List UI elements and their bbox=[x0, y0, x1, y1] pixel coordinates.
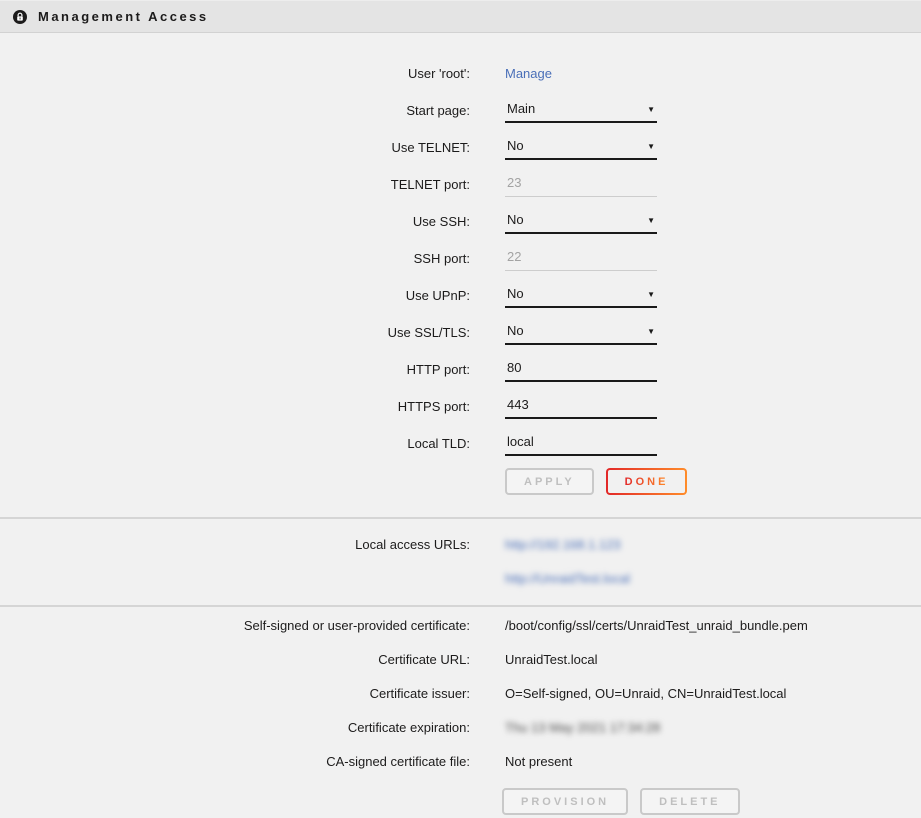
apply-button[interactable]: APPLY bbox=[505, 468, 594, 495]
cert-bundle-path: /boot/config/ssl/certs/UnraidTest_unraid… bbox=[470, 618, 921, 633]
lock-circle-icon bbox=[12, 9, 28, 25]
local-access-url-hostname[interactable]: http://UnraidTest.local bbox=[505, 571, 630, 586]
cert-url-value: UnraidTest.local bbox=[470, 652, 921, 667]
cert-row-bundle: Self-signed or user-provided certificate… bbox=[0, 608, 921, 642]
done-button-label: DONE bbox=[625, 476, 669, 488]
cert-row-url: Certificate URL: UnraidTest.local bbox=[0, 642, 921, 676]
cert-row-expiration: Certificate expiration: Thu 13 May 2021 … bbox=[0, 710, 921, 744]
start-page-select[interactable]: Main ▼ bbox=[505, 99, 657, 123]
field-label-use-ssh: Use SSH: bbox=[0, 214, 470, 229]
dropdown-arrow-icon: ▼ bbox=[647, 106, 655, 116]
field-label-user-root: User 'root': bbox=[0, 66, 470, 81]
form-row-user-root: User 'root': Manage bbox=[0, 55, 921, 92]
management-access-form: User 'root': Manage Start page: Main ▼ U… bbox=[0, 33, 921, 505]
select-value: No bbox=[507, 212, 524, 227]
local-access-url-ip[interactable]: http://192.168.1.123 bbox=[505, 537, 621, 552]
form-button-row: APPLY DONE bbox=[0, 468, 921, 495]
local-tld-input[interactable] bbox=[505, 432, 657, 456]
use-telnet-select[interactable]: No ▼ bbox=[505, 136, 657, 160]
form-row-ssh-port: SSH port: bbox=[0, 240, 921, 277]
dropdown-arrow-icon: ▼ bbox=[647, 291, 655, 301]
done-button[interactable]: DONE bbox=[606, 468, 688, 495]
cert-issuer-value: O=Self-signed, OU=Unraid, CN=UnraidTest.… bbox=[470, 686, 921, 701]
field-label-ca-cert-file: CA-signed certificate file: bbox=[0, 754, 470, 769]
certificate-section: Self-signed or user-provided certificate… bbox=[0, 607, 921, 815]
form-row-local-tld: Local TLD: bbox=[0, 425, 921, 462]
local-access-section: Local access URLs: http://192.168.1.123 … bbox=[0, 519, 921, 601]
dropdown-arrow-icon: ▼ bbox=[647, 217, 655, 227]
select-value: No bbox=[507, 138, 524, 153]
ssh-port-input bbox=[505, 247, 657, 271]
select-value: No bbox=[507, 323, 524, 338]
page-title: Management Access bbox=[38, 9, 209, 24]
https-port-input[interactable] bbox=[505, 395, 657, 419]
local-access-row: Local access URLs: http://192.168.1.123 bbox=[0, 527, 921, 561]
select-value: No bbox=[507, 286, 524, 301]
local-access-row: http://UnraidTest.local bbox=[0, 561, 921, 595]
certificate-button-row: PROVISION DELETE bbox=[0, 788, 921, 815]
field-label-cert-issuer: Certificate issuer: bbox=[0, 686, 470, 701]
field-label-https-port: HTTPS port: bbox=[0, 399, 470, 414]
manage-root-link[interactable]: Manage bbox=[505, 66, 552, 81]
cert-expiration-value: Thu 13 May 2021 17:34:28 bbox=[505, 720, 660, 735]
form-row-use-upnp: Use UPnP: No ▼ bbox=[0, 277, 921, 314]
field-label-local-tld: Local TLD: bbox=[0, 436, 470, 451]
http-port-input[interactable] bbox=[505, 358, 657, 382]
field-label-cert-expiration: Certificate expiration: bbox=[0, 720, 470, 735]
field-label-http-port: HTTP port: bbox=[0, 362, 470, 377]
use-upnp-select[interactable]: No ▼ bbox=[505, 284, 657, 308]
use-ssh-select[interactable]: No ▼ bbox=[505, 210, 657, 234]
section-header: Management Access bbox=[0, 0, 921, 33]
field-label-telnet-port: TELNET port: bbox=[0, 177, 470, 192]
ca-cert-file-value: Not present bbox=[470, 754, 921, 769]
field-label-ssh-port: SSH port: bbox=[0, 251, 470, 266]
provision-button[interactable]: PROVISION bbox=[502, 788, 628, 815]
form-row-start-page: Start page: Main ▼ bbox=[0, 92, 921, 129]
field-label-start-page: Start page: bbox=[0, 103, 470, 118]
field-label-cert-url: Certificate URL: bbox=[0, 652, 470, 667]
telnet-port-input bbox=[505, 173, 657, 197]
cert-row-ca-file: CA-signed certificate file: Not present bbox=[0, 744, 921, 778]
form-row-http-port: HTTP port: bbox=[0, 351, 921, 388]
form-row-use-ssh: Use SSH: No ▼ bbox=[0, 203, 921, 240]
field-label-cert-bundle: Self-signed or user-provided certificate… bbox=[0, 618, 470, 633]
field-label-use-upnp: Use UPnP: bbox=[0, 288, 470, 303]
form-row-use-ssl: Use SSL/TLS: No ▼ bbox=[0, 314, 921, 351]
use-ssl-select[interactable]: No ▼ bbox=[505, 321, 657, 345]
delete-button[interactable]: DELETE bbox=[640, 788, 739, 815]
field-label-use-ssl: Use SSL/TLS: bbox=[0, 325, 470, 340]
field-label-use-telnet: Use TELNET: bbox=[0, 140, 470, 155]
form-row-telnet-port: TELNET port: bbox=[0, 166, 921, 203]
form-row-https-port: HTTPS port: bbox=[0, 388, 921, 425]
cert-row-issuer: Certificate issuer: O=Self-signed, OU=Un… bbox=[0, 676, 921, 710]
select-value: Main bbox=[507, 101, 535, 116]
dropdown-arrow-icon: ▼ bbox=[647, 328, 655, 338]
form-row-use-telnet: Use TELNET: No ▼ bbox=[0, 129, 921, 166]
dropdown-arrow-icon: ▼ bbox=[647, 143, 655, 153]
field-label-local-access-urls: Local access URLs: bbox=[0, 537, 470, 552]
